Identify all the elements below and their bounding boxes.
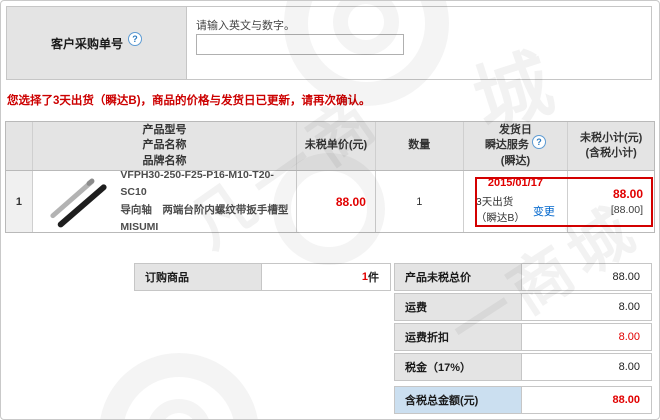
order-items-table: 产品型号 产品名称 品牌名称 未税单价(元) 数量 发货日 瞬达服务 ? (瞬达… — [5, 121, 655, 233]
header-unit-price: 未税单价(元) — [296, 122, 375, 170]
help-icon[interactable]: ? — [532, 135, 546, 149]
summary-row-shipping-discount: 运费折扣 8.00 — [394, 323, 652, 351]
unit-price-value: 88.00 — [296, 171, 375, 232]
subtotal-cell: 88.00 [88.00] — [567, 171, 654, 232]
items-count-value: 1件 — [261, 263, 391, 291]
grand-total-label: 含税总金额(元) — [394, 386, 522, 414]
watermark-gear-icon — [147, 399, 211, 420]
grand-total-table: 含税总金额(元) 88.00 — [394, 386, 652, 414]
order-confirmation-page: 凡一商 城 一商城 客户采购单号 ? 请输入英文与数字。 您选择了3天出货（瞬达… — [0, 0, 660, 420]
po-number-input[interactable] — [196, 34, 404, 55]
help-icon[interactable]: ? — [128, 32, 142, 46]
product-cell: VFPH30-250-F25-P16-M10-T20-SC10 导向轴 两端台阶… — [32, 171, 296, 232]
table-row: 1 VFPH30-250-F25-P16-M10-T20-SC10 导向轴 两端… — [6, 171, 654, 232]
header-subtotal: 未税小计(元) (含税小计) — [567, 122, 654, 170]
order-table-header-row: 产品型号 产品名称 品牌名称 未税单价(元) 数量 发货日 瞬达服务 ? (瞬达… — [6, 122, 654, 171]
items-count-table: 订购商品 1件 — [134, 263, 391, 291]
header-ship-date: 发货日 瞬达服务 ? (瞬达) — [463, 122, 568, 170]
summary-row-shipping-fee: 运费 8.00 — [394, 293, 652, 321]
change-shipping-link[interactable]: 变更 — [533, 203, 555, 219]
product-part-number: VFPH30-250-F25-P16-M10-T20-SC10 — [120, 167, 296, 202]
price-summary-table: 产品未税总价 88.00 运费 8.00 运费折扣 8.00 税金（17%） 8… — [394, 263, 652, 381]
subtotal-value: 88.00 — [613, 187, 643, 201]
product-info: VFPH30-250-F25-P16-M10-T20-SC10 导向轴 两端台阶… — [120, 167, 296, 236]
subtotal-with-tax-value: [88.00] — [611, 204, 643, 216]
ship-date-cell: 2015/01/17 3天出货 （瞬达B） 变更 — [463, 171, 568, 232]
watermark-gear-icon — [99, 353, 259, 420]
product-name: 导向轴 两端台阶内螺纹带扳手槽型 — [120, 202, 296, 219]
ship-service-label: 3天出货 （瞬达B） — [476, 195, 525, 227]
row-index: 1 — [6, 171, 32, 232]
po-number-label: 客户采购单号 — [51, 35, 123, 52]
po-input-hint: 请输入英文与数字。 — [196, 17, 295, 33]
shipping-update-notice: 您选择了3天出货（瞬达B)，商品的价格与发货日已更新，请再次确认。 — [7, 92, 371, 108]
product-thumbnail-shafts — [46, 176, 111, 228]
header-product: 产品型号 产品名称 品牌名称 — [32, 122, 296, 170]
ship-date-value: 2015/01/17 — [488, 177, 543, 189]
product-brand: MISUMI — [120, 219, 296, 236]
summary-row-tax: 税金（17%） 8.00 — [394, 353, 652, 381]
summary-row-product-total: 产品未税总价 88.00 — [394, 263, 652, 291]
header-qty: 数量 — [375, 122, 463, 170]
po-number-section: 客户采购单号 ? 请输入英文与数字。 — [6, 6, 652, 80]
grand-total-value: 88.00 — [521, 386, 652, 414]
po-number-label-cell: 客户采购单号 ? — [7, 7, 187, 79]
header-index — [6, 122, 32, 170]
qty-value: 1 — [375, 171, 463, 232]
items-count-label: 订购商品 — [134, 263, 262, 291]
